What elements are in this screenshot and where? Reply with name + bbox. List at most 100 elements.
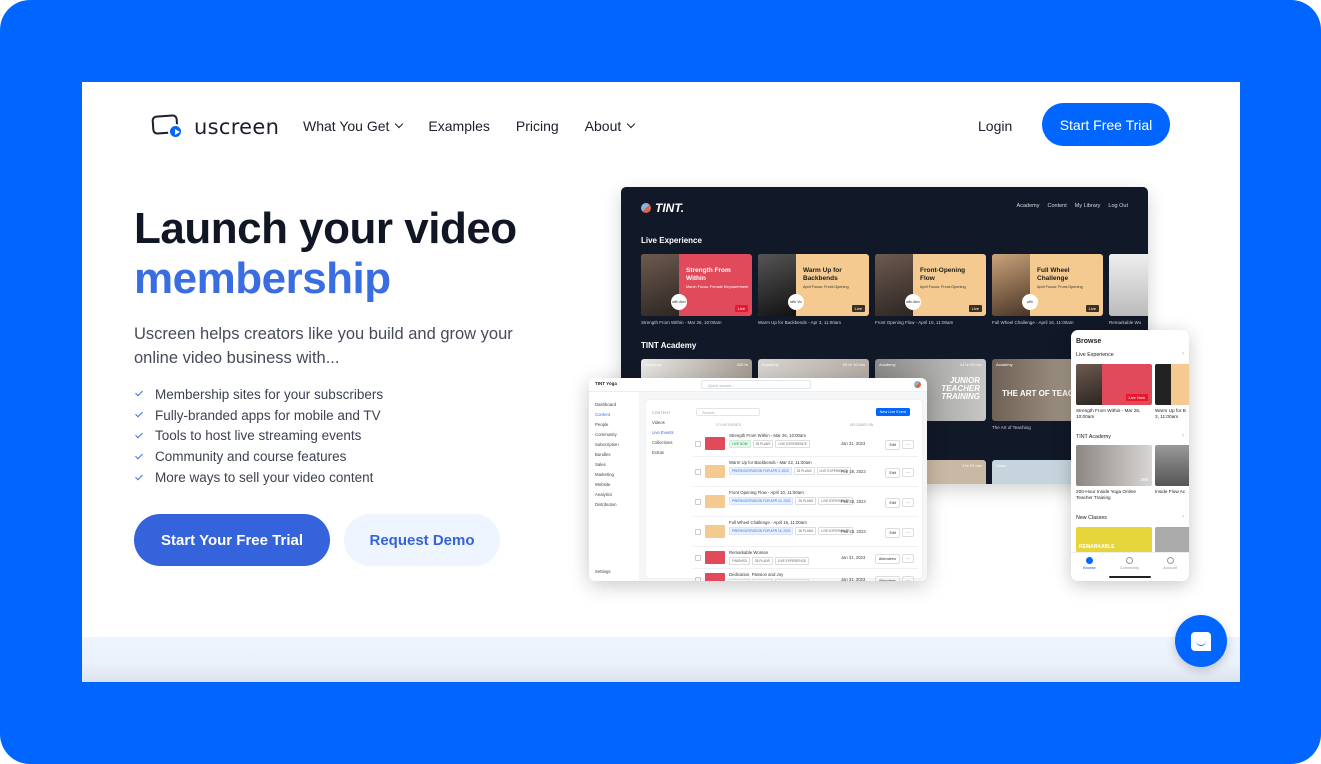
community-icon — [1125, 557, 1133, 564]
tv-nav-content: Content — [1047, 203, 1067, 209]
sidebar-item-sales[interactable]: Sales — [595, 462, 606, 467]
row-action-button[interactable]: Edit — [885, 468, 900, 478]
subnav-videos[interactable]: Videos — [652, 418, 674, 428]
table-row[interactable]: Remarkable Woman FINISHED 28 PLANS LIVE EXP… — [693, 547, 918, 569]
sidebar-item-distribution[interactable]: Distribution — [595, 502, 617, 507]
row-checkbox[interactable] — [695, 555, 701, 561]
chat-bubble-icon — [1191, 631, 1211, 651]
more-options-icon[interactable]: ··· — [902, 528, 914, 537]
live-now-badge: Live Now — [1125, 394, 1148, 401]
more-options-icon[interactable]: ··· — [902, 468, 914, 477]
request-demo-button[interactable]: Request Demo — [344, 514, 500, 566]
event-tag: 28 PLANS — [795, 497, 817, 505]
chat-launcher-button[interactable] — [1175, 615, 1227, 667]
avatar[interactable] — [914, 381, 921, 388]
more-options-icon[interactable]: ··· — [902, 576, 914, 581]
nav-about[interactable]: About — [585, 118, 636, 134]
more-options-icon[interactable]: ··· — [902, 554, 914, 563]
event-title[interactable]: Front Opening Flow - April 10, 11:00am — [729, 490, 804, 495]
feature-list: Membership sites for your subscribers Fu… — [134, 384, 383, 488]
check-icon — [135, 451, 143, 460]
row-action-button[interactable]: Attendees — [874, 554, 900, 564]
sidebar-item-website[interactable]: Website — [595, 482, 610, 487]
feature-item: Community and course features — [134, 446, 383, 467]
event-title[interactable]: Full Wheel Challenge - April 16, 11:00am — [729, 520, 807, 525]
more-options-icon[interactable]: ··· — [902, 439, 914, 449]
tv-live-card: Full Wheel Challenge April Focus: Front-O… — [992, 254, 1103, 316]
tab-browse[interactable]: Browse — [1083, 557, 1096, 581]
row-checkbox[interactable] — [695, 577, 701, 581]
sidebar-item-people[interactable]: People — [595, 422, 608, 427]
card-duration: 1 hr 21 min — [961, 463, 982, 468]
tv-live-row: Strength From Within March Focus: Female … — [641, 254, 1148, 316]
event-tags: PREREGISTRATION FOR APR 16, 2023 28 PLANS… — [729, 527, 853, 535]
tv-nav: Academy Content My Library Log Out — [1017, 203, 1128, 209]
card-overlay-text: REMARKABLE — [1079, 544, 1115, 550]
card-subtitle: April Focus: Front-Opening — [1037, 285, 1083, 289]
chevron-right-icon: › — [1182, 351, 1184, 357]
sidebar-item-bundles[interactable]: Bundles — [595, 452, 611, 457]
start-free-trial-button[interactable]: Start Free Trial — [1042, 103, 1170, 146]
event-title[interactable]: Dedication, Passion and Joy — [729, 572, 783, 577]
table-row[interactable]: Full Wheel Challenge - April 16, 11:00am… — [693, 517, 918, 547]
subnav-extras[interactable]: Extras — [652, 448, 674, 458]
uscreen-logo[interactable]: uscreen — [151, 114, 280, 140]
instructor-badge: with Alex — [905, 294, 921, 310]
row-checkbox[interactable] — [695, 529, 701, 535]
sidebar-item-subscription[interactable]: Subscription — [595, 442, 619, 447]
card-caption: Strength From Within - Mar 26, 10:00am — [641, 320, 722, 325]
table-search-input[interactable]: Search... — [696, 408, 760, 416]
nav-what-you-get[interactable]: What You Get — [303, 118, 404, 134]
event-tag: LIVE EXPERIENCE — [774, 579, 810, 581]
event-tag: 28 PLANS — [752, 440, 774, 448]
event-title[interactable]: Warm Up for Backbends - Mar 22, 11:00am — [729, 460, 812, 465]
phone-section-academy: TINT Academy — [1076, 434, 1111, 440]
phone-card: Live Now — [1076, 364, 1152, 405]
phone-card: REMARKABLE — [1076, 527, 1152, 553]
phone-card — [1155, 445, 1189, 486]
sidebar-item-dashboard[interactable]: Dashboard — [595, 402, 616, 407]
feature-text: Membership sites for your subscribers — [155, 386, 384, 402]
subnav-live-events[interactable]: Live Events — [652, 428, 674, 438]
subnav-collections[interactable]: Collections — [652, 438, 674, 448]
chevron-right-icon: › — [1182, 433, 1184, 439]
admin-topbar: TINT Yoga Quick search... — [589, 378, 927, 392]
event-title[interactable]: Remarkable Woman — [729, 550, 768, 555]
logo-text: uscreen — [194, 115, 280, 139]
sidebar-item-community[interactable]: Community — [595, 432, 617, 437]
row-action-button[interactable]: Edit — [885, 528, 900, 538]
nav-pricing[interactable]: Pricing — [516, 118, 559, 134]
row-action-button[interactable]: Attendees — [874, 576, 900, 581]
admin-app-mockup: TINT Yoga Quick search... Dashboard Cont… — [589, 378, 927, 581]
login-link[interactable]: Login — [978, 118, 1012, 134]
sidebar-item-marketing[interactable]: Marketing — [595, 472, 614, 477]
sidebar-item-content[interactable]: Content — [595, 412, 610, 417]
card-title: Warm Up for Backbends — [803, 267, 842, 282]
table-row[interactable]: Dedication, Passion and Joy FINISHED28 PL… — [693, 569, 918, 581]
row-checkbox[interactable] — [695, 469, 701, 475]
event-tag: FINISHED — [729, 579, 750, 581]
event-date: Feb 28, 2023 — [841, 499, 866, 504]
sidebar-item-analytics[interactable]: Analytics — [595, 492, 612, 497]
sidebar-item-settings[interactable]: Settings — [595, 569, 611, 574]
phone-card: 288 — [1076, 445, 1152, 486]
row-checkbox[interactable] — [695, 499, 701, 505]
row-checkbox[interactable] — [695, 440, 701, 447]
quick-search-input[interactable]: Quick search... — [701, 380, 811, 389]
new-live-event-button[interactable]: New Live Event — [875, 408, 910, 416]
table-row[interactable]: Front Opening Flow - April 10, 11:00am PR… — [693, 487, 918, 517]
more-options-icon[interactable]: ··· — [902, 498, 914, 507]
nav-label: What You Get — [303, 118, 390, 134]
live-badge: Live — [851, 305, 865, 312]
row-action-button[interactable]: Edit — [885, 498, 900, 508]
card-caption: Remarkable Wo — [1109, 320, 1142, 325]
table-row[interactable]: Strength From Within - Mar 26, 10:00am LI… — [693, 430, 918, 457]
tab-account[interactable]: Account — [1163, 557, 1177, 581]
card-duration: 20 hr 10 min — [842, 362, 865, 367]
event-title[interactable]: Strength From Within - Mar 26, 10:00am — [729, 433, 806, 438]
row-action-button[interactable]: Edit — [885, 439, 900, 450]
start-your-free-trial-button[interactable]: Start Your Free Trial — [134, 514, 330, 566]
table-row[interactable]: Warm Up for Backbends - Mar 22, 11:00am P… — [693, 457, 918, 487]
nav-examples[interactable]: Examples — [428, 118, 489, 134]
check-icon — [135, 430, 143, 439]
